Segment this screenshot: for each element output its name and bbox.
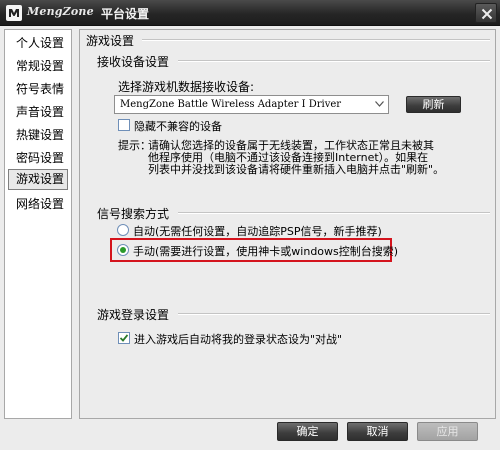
cancel-button[interactable]: 取消 bbox=[347, 422, 408, 441]
page-title: 游戏设置 bbox=[86, 34, 135, 48]
settings-sidebar: 个人设置 常规设置 符号表情 声音设置 热键设置 密码设置 游戏设置 网络设置 bbox=[4, 29, 72, 419]
device-select-label: 选择游戏机数据接收设备: bbox=[118, 80, 255, 94]
signal-section-title: 信号搜索方式 bbox=[97, 207, 170, 221]
settings-content: 游戏设置 接收设备设置 选择游戏机数据接收设备: MengZone Battle… bbox=[79, 29, 496, 419]
sidebar-item-emoticons[interactable]: 符号表情 bbox=[8, 79, 68, 100]
hint-line: 列表中并没找到该设备请将硬件重新插入电脑并点击"刷新"。 bbox=[148, 163, 445, 176]
close-button[interactable] bbox=[475, 3, 497, 23]
device-dropdown-value: MengZone Battle Wireless Adapter I Drive… bbox=[120, 99, 342, 110]
auto-search-label: 自动(无需任何设置，自动追踪PSP信号，新手推荐) bbox=[133, 225, 382, 238]
sidebar-item-hotkeys[interactable]: 热键设置 bbox=[8, 125, 68, 146]
sidebar-item-personal[interactable]: 个人设置 bbox=[8, 33, 68, 54]
sidebar-item-network[interactable]: 网络设置 bbox=[8, 194, 68, 215]
auto-battle-checkbox[interactable] bbox=[118, 332, 130, 344]
divider bbox=[178, 313, 490, 315]
auto-battle-label: 进入游戏后自动将我的登录状态设为"对战" bbox=[134, 333, 343, 346]
hide-incompatible-checkbox[interactable] bbox=[118, 119, 130, 131]
receiver-section-title: 接收设备设置 bbox=[97, 55, 170, 69]
ok-button[interactable]: 确定 bbox=[277, 422, 338, 441]
hint-text: 提示： 请确认您选择的设备属于无线装置，工作状态正常且未被其 他程序使用（电脑不… bbox=[118, 139, 444, 176]
mengzone-logo-icon bbox=[6, 5, 22, 21]
refresh-button[interactable]: 刷新 bbox=[406, 96, 461, 113]
manual-search-radio[interactable] bbox=[117, 244, 129, 256]
login-section-title: 游戏登录设置 bbox=[97, 308, 170, 322]
divider bbox=[142, 39, 490, 41]
sidebar-item-game[interactable]: 游戏设置 bbox=[8, 169, 68, 190]
apply-button[interactable]: 应用 bbox=[417, 422, 478, 441]
radio-selected-dot bbox=[120, 247, 126, 253]
hide-incompatible-label: 隐藏不兼容的设备 bbox=[134, 120, 222, 133]
auto-search-radio[interactable] bbox=[117, 224, 129, 236]
window-title: 平台设置 bbox=[101, 7, 150, 21]
chevron-down-icon bbox=[375, 101, 384, 107]
divider bbox=[178, 212, 490, 214]
brand-name: MengZone bbox=[27, 5, 94, 18]
divider bbox=[178, 60, 490, 62]
footer-bar: 确定 取消 应用 bbox=[0, 419, 500, 450]
sidebar-item-general[interactable]: 常规设置 bbox=[8, 56, 68, 77]
hint-prefix: 提示： bbox=[118, 139, 151, 152]
dialog-body: 个人设置 常规设置 符号表情 声音设置 热键设置 密码设置 游戏设置 网络设置 … bbox=[0, 26, 500, 450]
sidebar-item-password[interactable]: 密码设置 bbox=[8, 148, 68, 169]
title-bar: MengZone 平台设置 bbox=[0, 0, 500, 26]
check-mark-icon bbox=[119, 334, 129, 342]
close-icon bbox=[481, 8, 493, 20]
sidebar-item-sound[interactable]: 声音设置 bbox=[8, 102, 68, 123]
manual-search-label: 手动(需要进行设置，使用神卡或windows控制台搜索) bbox=[133, 245, 399, 258]
device-dropdown[interactable]: MengZone Battle Wireless Adapter I Drive… bbox=[114, 95, 389, 114]
